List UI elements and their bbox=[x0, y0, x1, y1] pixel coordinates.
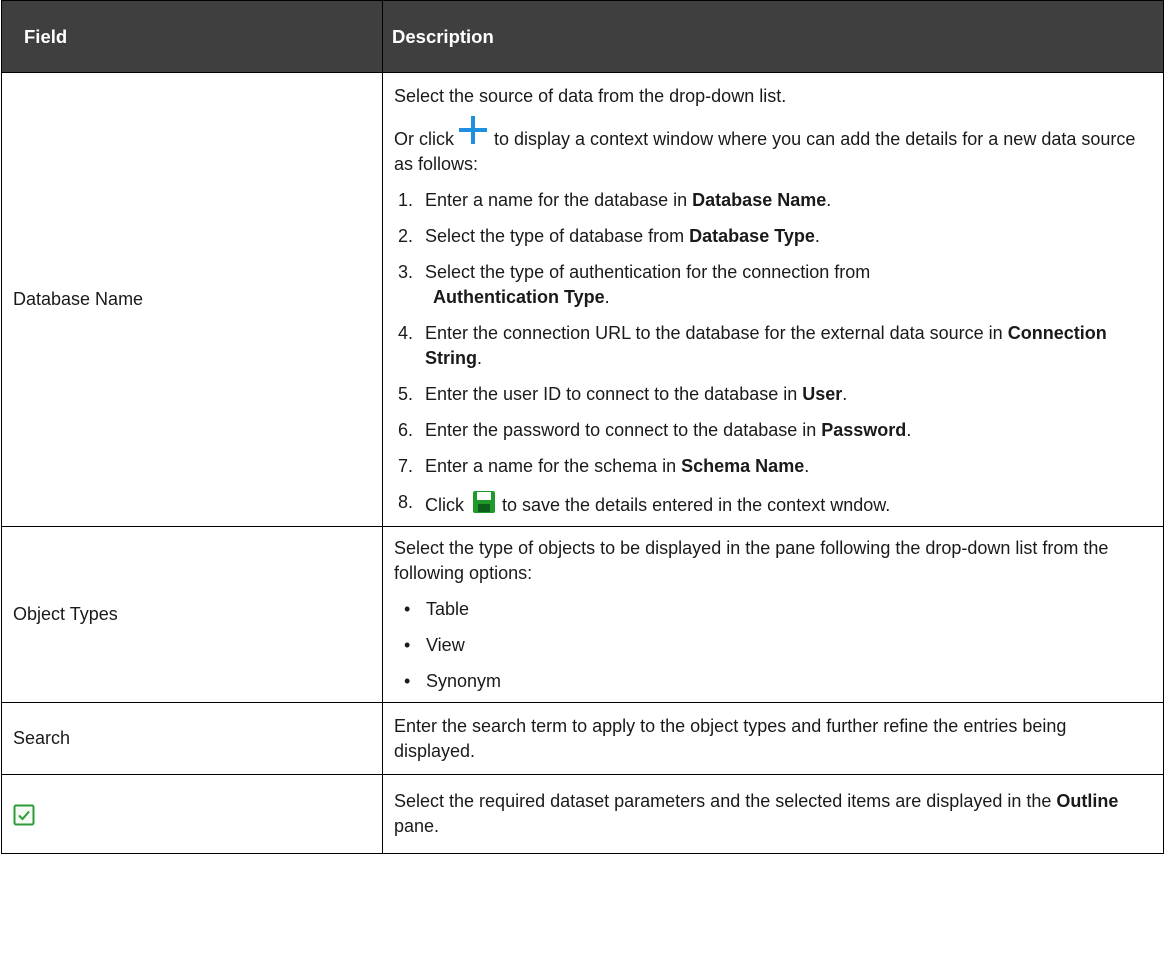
field-cell bbox=[1, 774, 383, 854]
table-row-database-name: Database Name Select the source of data … bbox=[1, 72, 1164, 527]
list-item: 4. Enter the connection URL to the databa… bbox=[398, 323, 1107, 368]
description-cell: Select the required dataset parameters a… bbox=[382, 774, 1164, 854]
list-item: 7. Enter a name for the schema in Schema … bbox=[398, 456, 810, 476]
table-row-search: Search Enter the search term to apply to… bbox=[1, 702, 1164, 775]
plus-icon bbox=[458, 116, 488, 147]
steps-list: 1. Enter a name for the database in Datab… bbox=[394, 188, 1149, 518]
description-cell: Select the source of data from the drop-… bbox=[382, 72, 1164, 527]
table-header-row: Field Description bbox=[1, 0, 1164, 73]
table-row-select: Select the required dataset parameters a… bbox=[1, 774, 1164, 854]
list-item: • View bbox=[404, 635, 465, 655]
list-item: • Synonym bbox=[404, 671, 502, 691]
list-item: • Table bbox=[404, 599, 470, 619]
list-item: 8. Click to save the details entered in th… bbox=[398, 490, 891, 515]
header-field: Field bbox=[1, 0, 383, 73]
header-description: Description bbox=[382, 0, 1164, 73]
list-item: 5. Enter the user ID to connect to the da… bbox=[398, 384, 848, 404]
description-cell: Select the type of objects to be display… bbox=[382, 526, 1164, 703]
field-cell: Object Types bbox=[1, 526, 383, 703]
list-item: 6. Enter the password to connect to the d… bbox=[398, 420, 912, 440]
list-item: 1. Enter a name for the database in Datab… bbox=[398, 190, 832, 210]
checkbox-icon bbox=[13, 804, 35, 826]
options-list: • Table • View • Synonym bbox=[394, 597, 1149, 694]
field-cell: Database Name bbox=[1, 72, 383, 527]
description-cell: Enter the search term to apply to the ob… bbox=[382, 702, 1164, 775]
table-row-object-types: Object Types Select the type of objects … bbox=[1, 526, 1164, 703]
field-cell: Search bbox=[1, 702, 383, 775]
description-text: Select the source of data from the drop-… bbox=[394, 86, 787, 106]
description-text: Select the type of objects to be display… bbox=[394, 538, 1109, 583]
description-text: Or click to display a context window wher… bbox=[394, 116, 1149, 177]
field-description-table: Field Description Database Name Select t… bbox=[1, 0, 1164, 854]
list-item: 2. Select the type of database from Datab… bbox=[398, 226, 820, 246]
save-icon bbox=[472, 490, 496, 513]
list-item: 3. Select the type of authentication for … bbox=[398, 262, 871, 307]
